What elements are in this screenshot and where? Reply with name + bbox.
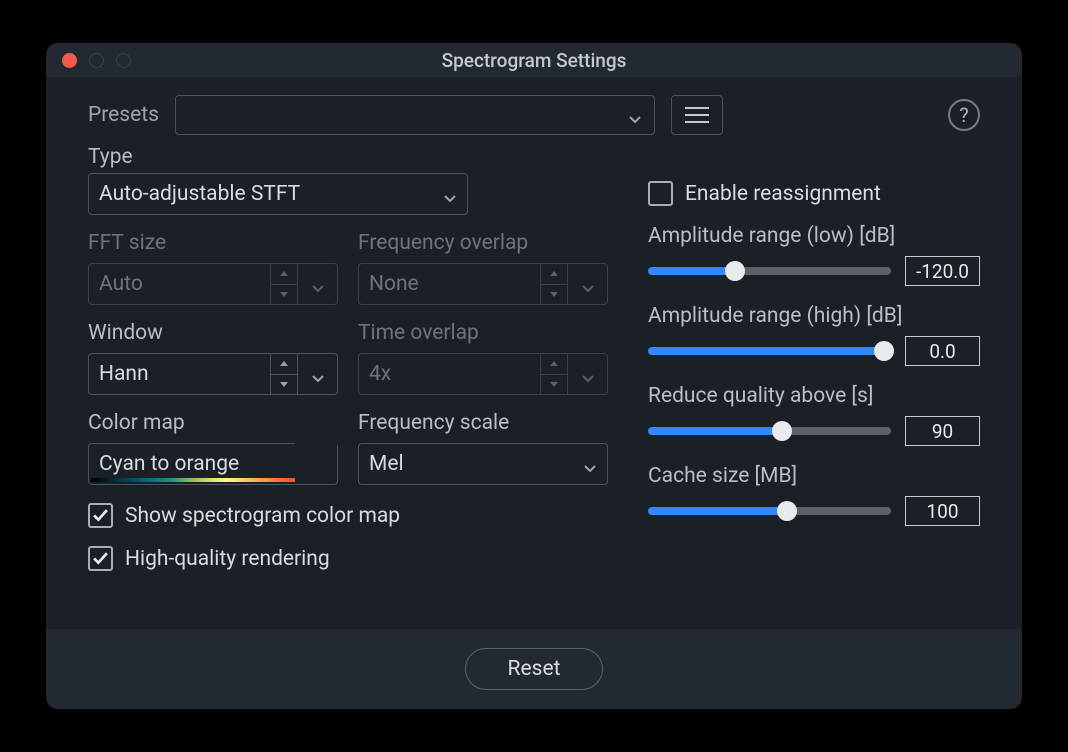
type-value: Auto-adjustable STFT [99, 182, 300, 206]
spinner-up[interactable] [541, 354, 567, 375]
spinner-up[interactable] [271, 354, 297, 375]
slider-thumb[interactable] [874, 341, 894, 361]
spinner-down[interactable] [541, 375, 567, 395]
color-map-value: Cyan to orange [99, 452, 239, 476]
slider-thumb[interactable] [725, 261, 745, 281]
chevron-down-icon [311, 277, 325, 291]
enable-reassignment-row[interactable]: Enable reassignment [648, 181, 980, 206]
cache-size-label: Cache size [MB] [648, 464, 980, 488]
fft-size-combo[interactable]: Auto [88, 263, 338, 305]
amp-low-value[interactable]: -120.0 [905, 256, 980, 286]
spinner-down[interactable] [541, 285, 567, 305]
window-combo[interactable]: Hann [88, 353, 338, 395]
frequency-overlap-spinner[interactable] [540, 263, 568, 305]
fft-size-dropdown[interactable] [298, 263, 338, 305]
show-colormap-label: Show spectrogram color map [125, 504, 400, 528]
chevron-down-icon [581, 277, 595, 291]
frequency-overlap-value: None [358, 263, 540, 305]
amp-high-value[interactable]: 0.0 [905, 336, 980, 366]
slider-thumb[interactable] [772, 421, 792, 441]
minimize-button[interactable] [89, 53, 104, 68]
cache-size-value[interactable]: 100 [905, 496, 980, 526]
frequency-overlap-dropdown[interactable] [568, 263, 608, 305]
spinner-down[interactable] [271, 285, 297, 305]
hq-rendering-row[interactable]: High-quality rendering [88, 546, 608, 571]
frequency-scale-label: Frequency scale [358, 411, 608, 435]
chevron-down-icon [583, 457, 597, 471]
frequency-overlap-combo[interactable]: None [358, 263, 608, 305]
titlebar: Spectrogram Settings [46, 43, 1022, 77]
reduce-quality-slider[interactable] [648, 421, 891, 441]
chevron-down-icon [443, 187, 457, 201]
fft-size-value: Auto [88, 263, 270, 305]
colormap-gradient-preview [91, 478, 335, 482]
window-value: Hann [88, 353, 270, 395]
presets-label: Presets [88, 103, 159, 127]
presets-dropdown[interactable] [175, 95, 655, 135]
amp-low-slider[interactable] [648, 261, 891, 281]
color-map-select[interactable]: Cyan to orange [88, 443, 338, 485]
time-overlap-label: Time overlap [358, 321, 608, 345]
maximize-button[interactable] [116, 53, 131, 68]
chevron-down-icon [628, 108, 642, 122]
type-label: Type [88, 145, 608, 169]
time-overlap-dropdown[interactable] [568, 353, 608, 395]
enable-reassignment-checkbox[interactable] [648, 181, 673, 206]
window-title: Spectrogram Settings [46, 49, 1022, 72]
amp-high-label: Amplitude range (high) [dB] [648, 304, 980, 328]
time-overlap-combo[interactable]: 4x [358, 353, 608, 395]
color-map-label: Color map [88, 411, 338, 435]
cache-size-slider[interactable] [648, 501, 891, 521]
frequency-scale-select[interactable]: Mel [358, 443, 608, 485]
window-controls [62, 53, 131, 68]
show-colormap-row[interactable]: Show spectrogram color map [88, 503, 608, 528]
footer: Reset [46, 629, 1022, 709]
frequency-scale-value: Mel [369, 452, 404, 476]
frequency-overlap-label: Frequency overlap [358, 231, 608, 255]
time-overlap-value: 4x [358, 353, 540, 395]
window-dropdown[interactable] [298, 353, 338, 395]
hq-rendering-label: High-quality rendering [125, 547, 330, 571]
hamburger-icon [685, 107, 709, 109]
window-label: Window [88, 321, 338, 345]
enable-reassignment-label: Enable reassignment [685, 182, 881, 206]
question-icon: ? [959, 103, 968, 127]
content-area: Presets ? Type Auto-adjustable STFT [46, 77, 1022, 629]
amp-low-label: Amplitude range (low) [dB] [648, 224, 980, 248]
help-button[interactable]: ? [948, 99, 980, 131]
spinner-up[interactable] [541, 264, 567, 285]
time-overlap-spinner[interactable] [540, 353, 568, 395]
presets-row: Presets ? [88, 95, 980, 135]
slider-thumb[interactable] [777, 501, 797, 521]
presets-menu-button[interactable] [671, 95, 723, 135]
reduce-quality-value[interactable]: 90 [905, 416, 980, 446]
fft-size-spinner[interactable] [270, 263, 298, 305]
fft-size-label: FFT size [88, 231, 338, 255]
spinner-up[interactable] [271, 264, 297, 285]
settings-window: Spectrogram Settings Presets ? Type [46, 43, 1022, 709]
reduce-quality-label: Reduce quality above [s] [648, 384, 980, 408]
type-select[interactable]: Auto-adjustable STFT [88, 173, 468, 215]
show-colormap-checkbox[interactable] [88, 503, 113, 528]
window-spinner[interactable] [270, 353, 298, 395]
hq-rendering-checkbox[interactable] [88, 546, 113, 571]
chevron-down-icon [581, 367, 595, 381]
amp-high-slider[interactable] [648, 341, 891, 361]
reset-button[interactable]: Reset [465, 648, 604, 690]
spinner-down[interactable] [271, 375, 297, 395]
close-button[interactable] [62, 53, 77, 68]
chevron-down-icon [311, 367, 325, 381]
